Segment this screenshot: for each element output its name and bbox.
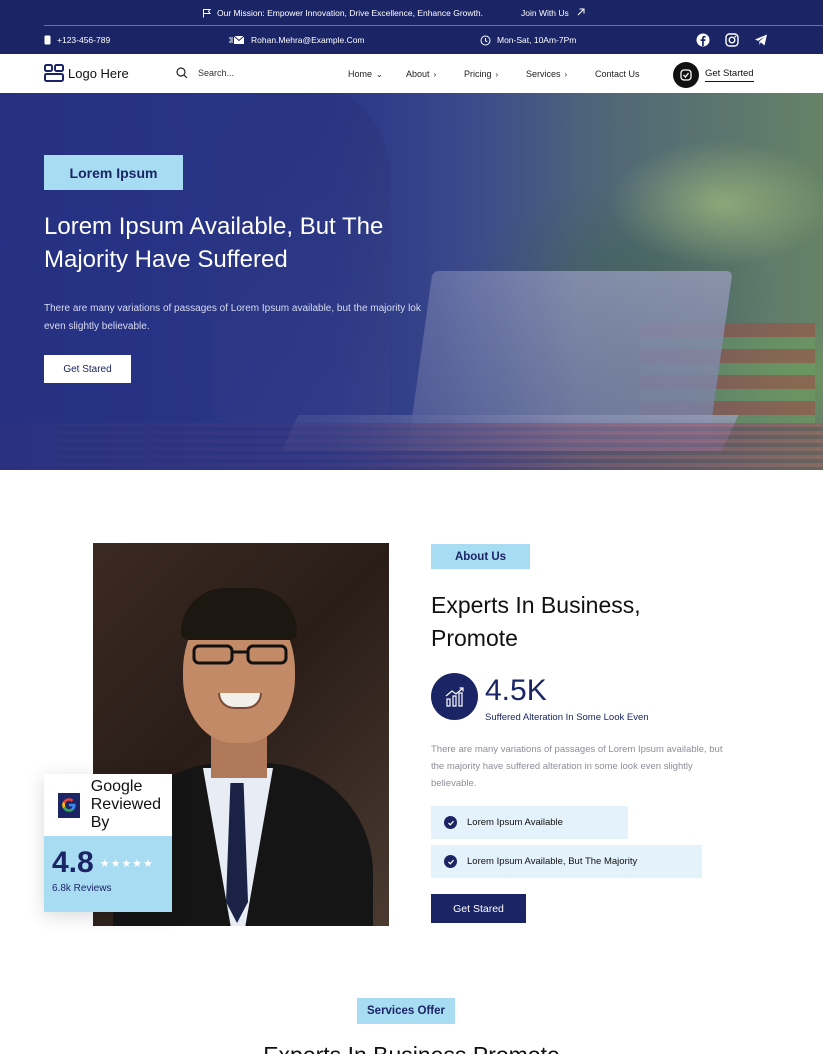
hero-overlay (0, 93, 823, 470)
hero-cta-button[interactable]: Get Stared (44, 355, 131, 383)
email-address: Rohan.Mehra@Example.Com (251, 35, 365, 45)
check-item-label: Lorem Ipsum Available (467, 817, 563, 828)
top-bar: Our Mission: Empower Innovation, Drive E… (0, 0, 823, 54)
get-started-button[interactable]: Get Started (673, 62, 754, 88)
stat-label: Suffered Alteration In Some Look Even (485, 712, 649, 723)
chevron-right-icon: › (564, 69, 568, 79)
facebook-icon[interactable] (696, 33, 710, 47)
get-started-label: Get Started (705, 68, 754, 82)
hero-badge: Lorem Ipsum (44, 155, 183, 190)
about-title: Experts In Business, Promote (431, 592, 641, 651)
join-link[interactable]: Join With Us (521, 8, 569, 18)
nav-about[interactable]: About › (406, 69, 436, 79)
hero-description: There are many variations of passages of… (44, 303, 421, 332)
photo-glasses (192, 644, 288, 665)
nav-services-label: Services (526, 69, 561, 79)
mission-text: Our Mission: Empower Innovation, Drive E… (217, 8, 483, 18)
review-line-1: Google (90, 778, 143, 795)
arrow-up-right-icon[interactable] (576, 7, 586, 17)
nav-pricing[interactable]: Pricing › (464, 69, 498, 79)
email-item[interactable]: Rohan.Mehra@Example.Com (229, 26, 365, 54)
search-icon (176, 67, 188, 79)
services-badge: Services Offer (357, 998, 455, 1024)
nav-contact[interactable]: Contact Us (595, 69, 640, 79)
business-hours: Mon-Sat, 10Am-7Pm (497, 35, 577, 45)
about-cta-button[interactable]: Get Stared (431, 894, 526, 923)
nav-contact-label: Contact Us (595, 69, 640, 79)
navbar: Logo Here Search... Home ⌄ About › Prici… (0, 54, 823, 93)
review-line-2: Reviewed By (90, 796, 162, 831)
nav-pricing-label: Pricing (464, 69, 492, 79)
logo-icon (44, 64, 64, 82)
check-icon (444, 816, 457, 829)
rating-value: 4.8 (52, 846, 94, 879)
chevron-right-icon: › (495, 69, 499, 79)
phone-icon (44, 35, 51, 45)
review-count: 6.8k Reviews (52, 883, 112, 894)
phone-number: +123-456-789 (57, 35, 111, 45)
growth-chart-icon (431, 673, 478, 720)
google-icon (58, 792, 80, 818)
services-title: Experts In Business Promote (0, 1040, 823, 1054)
stat-value: 4.5K (485, 674, 547, 707)
chevron-right-icon: › (433, 69, 437, 79)
get-started-icon (673, 62, 699, 88)
mission-bar: Our Mission: Empower Innovation, Drive E… (0, 0, 823, 26)
telegram-icon[interactable] (754, 33, 768, 47)
rating-row: 4.8 ★★★★★ (52, 846, 172, 880)
review-header: Google Reviewed By (44, 774, 172, 836)
hours-item: Mon-Sat, 10Am-7Pm (480, 26, 576, 54)
nav-about-label: About (406, 69, 430, 79)
check-icon (444, 855, 457, 868)
hero-section: Lorem Ipsum Lorem Ipsum Available, But T… (0, 93, 823, 470)
instagram-icon[interactable] (725, 33, 739, 47)
search-placeholder: Search... (198, 68, 235, 78)
google-review-card: Google Reviewed By 4.8 ★★★★★ 6.8k Review… (44, 774, 172, 912)
phone-item[interactable]: +123-456-789 (44, 26, 110, 54)
chevron-down-icon: ⌄ (376, 69, 383, 79)
flag-icon (203, 9, 211, 18)
check-item-label: Lorem Ipsum Available, But The Majority (467, 856, 638, 867)
check-item: Lorem Ipsum Available, But The Majority (431, 845, 702, 878)
nav-home[interactable]: Home ⌄ (348, 69, 383, 79)
review-title: Google Reviewed By (91, 778, 172, 832)
logo[interactable]: Logo Here (44, 64, 129, 82)
review-body: 4.8 ★★★★★ 6.8k Reviews (44, 836, 172, 912)
nav-services[interactable]: Services › (526, 69, 567, 79)
search-input[interactable]: Search... (176, 67, 234, 79)
mail-icon (229, 35, 245, 44)
about-description: There are many variations of passages of… (431, 744, 723, 789)
check-item: Lorem Ipsum Available (431, 806, 628, 839)
clock-icon (480, 35, 491, 45)
logo-text: Logo Here (68, 65, 129, 81)
photo-hair (181, 588, 297, 640)
star-rating-icon: ★★★★★ (99, 857, 155, 870)
hero-title: Lorem Ipsum Available, But The Majority … (44, 213, 384, 273)
about-badge: About Us (431, 544, 530, 569)
nav-home-label: Home (348, 69, 373, 79)
